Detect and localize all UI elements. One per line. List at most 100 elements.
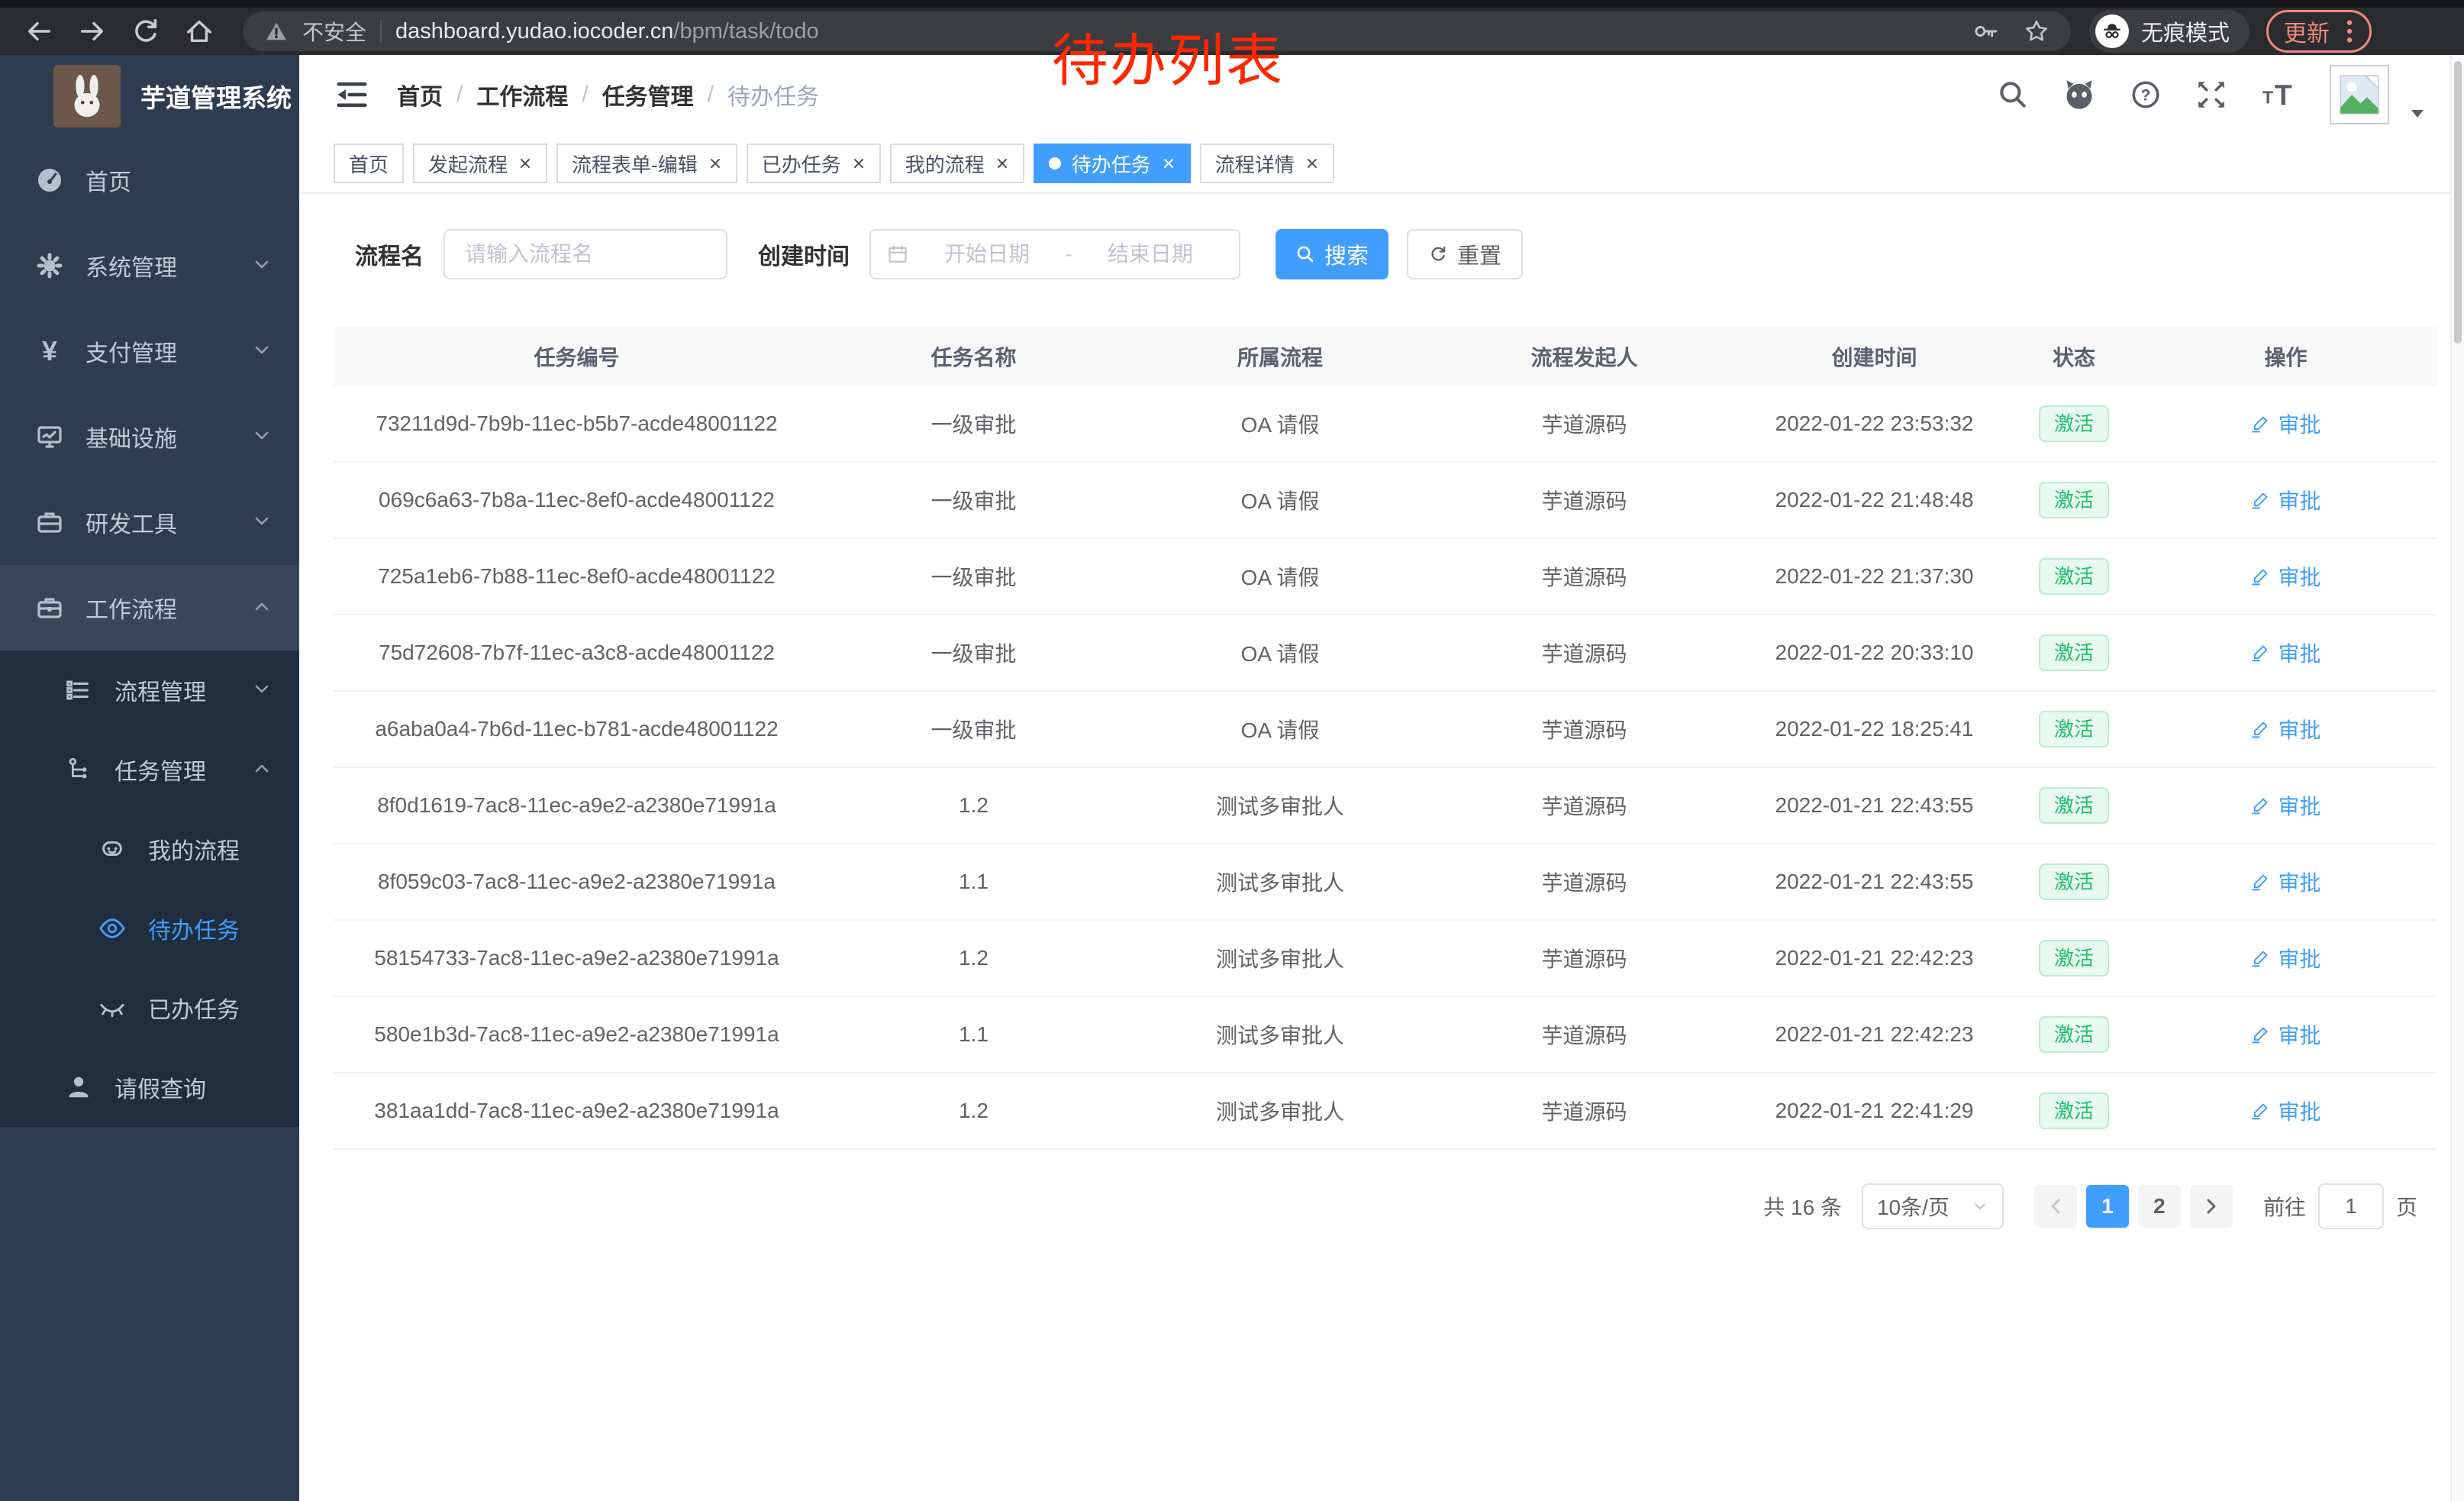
close-icon[interactable] [1162, 157, 1176, 170]
table-row[interactable]: 8f0d1619-7ac8-11ec-a9e2-a2380e71991a 1.2… [334, 768, 2437, 844]
close-icon[interactable] [708, 157, 722, 170]
tab-process-detail[interactable]: 流程详情 [1200, 144, 1334, 183]
approve-link[interactable]: 审批 [2250, 638, 2320, 668]
page-size-select[interactable]: 10条/页 [1862, 1183, 2004, 1229]
breadcrumb-task-management[interactable]: 任务管理 [602, 78, 694, 111]
collapse-sidebar-icon[interactable] [334, 77, 369, 112]
table-row[interactable]: 73211d9d-7b9b-11ec-b5b7-acde48001122 一级审… [334, 386, 2437, 463]
table-row[interactable]: 069c6a63-7b8a-11ec-8ef0-acde48001122 一级审… [334, 463, 2437, 539]
calendar-icon [886, 243, 909, 266]
tab-my-process[interactable]: 我的流程 [890, 144, 1024, 183]
approve-link[interactable]: 审批 [2250, 1019, 2320, 1050]
monitor-icon [34, 421, 66, 453]
avatar[interactable] [2330, 65, 2389, 124]
sidebar-item-done-tasks[interactable]: 已办任务 [0, 968, 299, 1047]
warning-icon [264, 19, 289, 44]
table-row[interactable]: 381aa1dd-7ac8-11ec-a9e2-a2380e71991a 1.2… [334, 1073, 2437, 1150]
scrollbar-thumb[interactable] [2454, 61, 2462, 344]
task-table: 任务编号 任务名称 所属流程 流程发起人 创建时间 状态 操作 73211d9d… [334, 327, 2437, 1150]
chevron-down-icon [252, 677, 272, 703]
close-icon[interactable] [995, 157, 1009, 170]
sidebar-item-home[interactable]: 首页 [0, 137, 299, 223]
home-icon[interactable] [179, 11, 220, 52]
sidebar-item-payment[interactable]: ¥ 支付管理 [0, 308, 299, 394]
sidebar-item-infrastructure[interactable]: 基础设施 [0, 394, 299, 479]
svg-text:?: ? [2141, 86, 2151, 104]
prev-page-button[interactable] [2034, 1185, 2077, 1228]
table-row[interactable]: 58154733-7ac8-11ec-a9e2-a2380e71991a 1.2… [334, 921, 2437, 997]
sidebar-item-task-management[interactable]: 任务管理 [0, 730, 299, 809]
page-button-2[interactable]: 2 [2138, 1185, 2181, 1228]
approve-link[interactable]: 审批 [2250, 1096, 2320, 1126]
approve-link[interactable]: 审批 [2250, 408, 2320, 439]
search-icon[interactable] [1997, 79, 2029, 111]
url-text[interactable]: dashboard.yudao.iocoder.cn/bpm/task/todo [395, 19, 819, 44]
breadcrumb-home[interactable]: 首页 [397, 78, 443, 111]
table-row[interactable]: 8f059c03-7ac8-11ec-a9e2-a2380e71991a 1.1… [334, 844, 2437, 921]
star-icon[interactable] [2024, 18, 2050, 44]
start-date-input[interactable] [914, 241, 1060, 267]
approve-link[interactable]: 审批 [2250, 790, 2320, 821]
kebab-menu-icon[interactable] [2345, 17, 2354, 46]
forward-icon[interactable] [72, 11, 113, 52]
github-icon[interactable] [2062, 78, 2096, 111]
sidebar-item-leave-query[interactable]: 请假查询 [0, 1047, 299, 1127]
table-row[interactable]: 725a1eb6-7b88-11ec-8ef0-acde48001122 一级审… [334, 539, 2437, 615]
reset-button[interactable]: 重置 [1407, 229, 1523, 279]
table-row[interactable]: 75d72608-7b7f-11ec-a3c8-acde48001122 一级审… [334, 615, 2437, 692]
tab-home[interactable]: 首页 [334, 144, 404, 183]
fullscreen-icon[interactable] [2195, 79, 2227, 111]
sidebar-item-workflow[interactable]: 工作流程 [0, 565, 299, 650]
sidebar-menu: 首页 系统管理 ¥ 支付管理 基础设施 [0, 137, 299, 1127]
caret-down-icon[interactable] [2409, 108, 2426, 120]
tab-todo-tasks[interactable]: 待办任务 [1034, 144, 1191, 183]
end-date-input[interactable] [1077, 241, 1224, 267]
tab-done-tasks[interactable]: 已办任务 [747, 144, 881, 183]
gear-icon [34, 250, 66, 282]
dashboard-icon [34, 164, 66, 196]
tree-icon [63, 754, 95, 786]
page-button-1[interactable]: 1 [2086, 1185, 2129, 1228]
status-badge: 激活 [2039, 405, 2109, 442]
next-page-button[interactable] [2190, 1185, 2233, 1228]
table-row[interactable]: a6aba0a4-7b6d-11ec-b781-acde48001122 一级审… [334, 692, 2437, 768]
sidebar-item-my-process[interactable]: 我的流程 [0, 809, 299, 889]
yen-icon: ¥ [34, 335, 66, 367]
sidebar-item-devtools[interactable]: 研发工具 [0, 479, 299, 565]
goto-page-input[interactable] [2318, 1183, 2384, 1229]
app-header: 首页 / 工作流程 / 任务管理 / 待办任务 ? TT [299, 55, 2450, 134]
sidebar: 芋道管理系统 首页 系统管理 ¥ 支付管理 [0, 55, 299, 1501]
help-icon[interactable]: ? [2130, 79, 2162, 111]
approve-link[interactable]: 审批 [2250, 867, 2320, 897]
approve-link[interactable]: 审批 [2250, 943, 2320, 973]
breadcrumb: 首页 / 工作流程 / 任务管理 / 待办任务 [397, 78, 819, 111]
sidebar-item-todo-tasks[interactable]: 待办任务 [0, 889, 299, 968]
close-icon[interactable] [518, 157, 532, 170]
approve-link[interactable]: 审批 [2250, 485, 2320, 515]
table-row[interactable]: 580e1b3d-7ac8-11ec-a9e2-a2380e71991a 1.1… [334, 997, 2437, 1073]
page-scrollbar[interactable] [2450, 55, 2464, 1501]
filter-bar: 流程名 创建时间 - 搜索 重置 [299, 229, 2450, 279]
reload-icon[interactable] [125, 11, 166, 52]
key-icon[interactable] [1973, 18, 1999, 44]
tab-process-form-edit[interactable]: 流程表单-编辑 [556, 144, 737, 183]
edit-pencil-icon [2250, 796, 2270, 815]
url-security-label[interactable]: 不安全 [302, 16, 366, 47]
back-icon[interactable] [18, 11, 60, 52]
font-size-icon[interactable]: TT [2261, 79, 2296, 111]
tab-start-process[interactable]: 发起流程 [413, 144, 547, 183]
svg-text:¥: ¥ [42, 336, 57, 366]
update-button[interactable]: 更新 [2266, 10, 2372, 53]
approve-link[interactable]: 审批 [2250, 561, 2320, 592]
process-name-input[interactable] [463, 241, 708, 267]
search-button[interactable]: 搜索 [1276, 229, 1388, 279]
logo-row[interactable]: 芋道管理系统 [0, 55, 299, 137]
app-title: 芋道管理系统 [140, 78, 292, 115]
close-icon[interactable] [1305, 157, 1319, 170]
approve-link[interactable]: 审批 [2250, 714, 2320, 744]
sidebar-item-process-management[interactable]: 流程管理 [0, 650, 299, 730]
process-name-field [443, 229, 727, 279]
sidebar-item-system[interactable]: 系统管理 [0, 223, 299, 308]
close-icon[interactable] [852, 157, 866, 170]
breadcrumb-workflow[interactable]: 工作流程 [476, 78, 568, 111]
